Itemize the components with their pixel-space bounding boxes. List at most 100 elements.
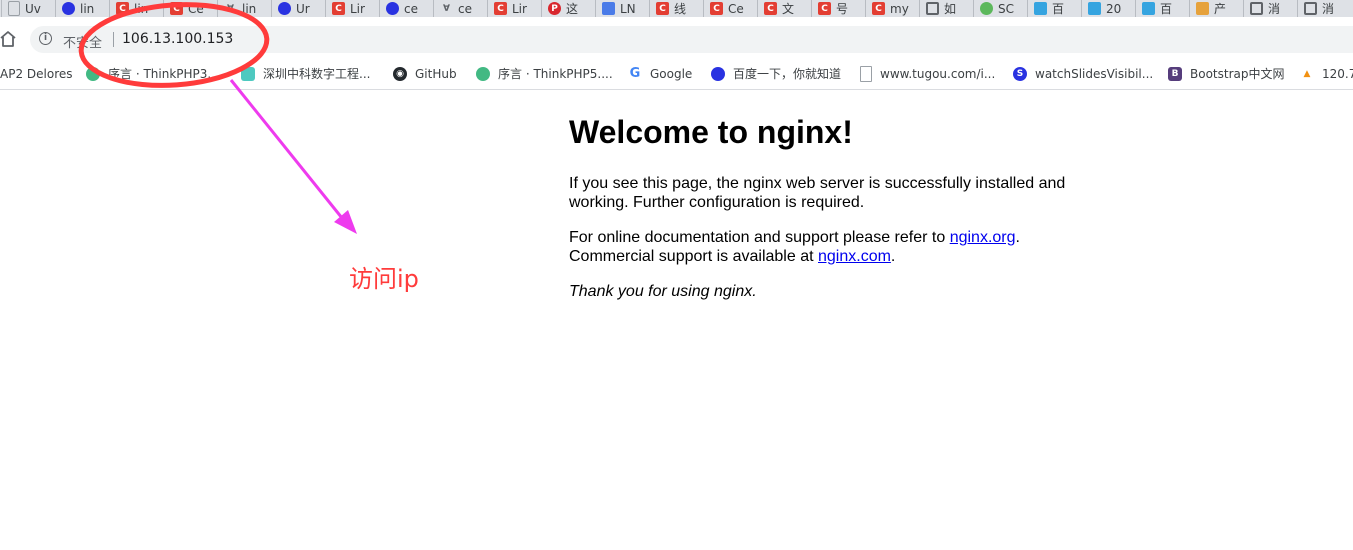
nginx-com-link[interactable]: nginx.com — [818, 248, 891, 265]
browser-tab[interactable]: Cmy — [865, 0, 918, 17]
docs-period: . — [1015, 229, 1020, 246]
browser-tab[interactable]: 百 — [1135, 0, 1188, 17]
browser-tab[interactable]: Ur — [271, 0, 324, 17]
browser-tab[interactable]: P这 — [541, 0, 594, 17]
csdn-icon: C — [494, 2, 507, 15]
bookmark-label: 序言 · ThinkPHP5.... — [498, 67, 613, 81]
bookmark-label: Bootstrap中文网 — [1190, 67, 1285, 81]
circle-icon — [980, 2, 993, 15]
hexagon-icon — [1088, 2, 1101, 15]
bookmark-item[interactable]: SwatchSlidesVisibil... — [1013, 65, 1153, 82]
github-icon: ◉ — [393, 66, 407, 81]
browser-tab[interactable]: 20 — [1081, 0, 1134, 17]
phpmyadmin-icon: ▲ — [1303, 68, 1311, 79]
document-icon — [8, 1, 20, 16]
php-icon: P — [548, 2, 561, 15]
tab-label: 百 — [1160, 2, 1173, 16]
bookmark-app-icon — [241, 66, 255, 81]
bookmark-label: 百度一下，你就知道 — [733, 67, 842, 81]
address-toolbar: i 不安全 106.13.100.153 — [0, 17, 1353, 58]
browser-tab[interactable]: C Lir — [487, 0, 540, 17]
bookmark-label: AP2 Delores — [0, 66, 73, 81]
csdn-icon: C — [656, 2, 669, 15]
tab-label: 文 — [782, 2, 795, 16]
info-icon[interactable]: i — [39, 32, 52, 45]
bookmark-item[interactable]: ▲ 120.7 — [1300, 65, 1353, 82]
tab-label: 消 — [1268, 2, 1281, 16]
tab-label: lin — [242, 1, 257, 16]
browser-tab[interactable]: C号 — [811, 0, 864, 17]
omnibox[interactable]: i 不安全 106.13.100.153 — [30, 26, 1353, 53]
browser-tab[interactable]: 消 — [1297, 0, 1350, 17]
leaf-icon — [86, 66, 100, 81]
browser-tab[interactable]: 百 — [1027, 0, 1080, 17]
bookmark-label: www.tugou.com/i... — [880, 66, 996, 81]
tab-strip: Uv lin Clin C Ce ∀ lin Ur C Lir ce ∀ ce C Lir P 这 LN C 线 C Ce… — [0, 0, 1353, 17]
leaf-icon — [476, 66, 490, 81]
bookmark-item[interactable]: 序言 · ThinkPHP5.... — [476, 65, 613, 82]
browser-tab[interactable]: ce — [379, 0, 432, 17]
browser-tab[interactable]: C Ce — [163, 0, 216, 17]
browser-tab[interactable]: C线 — [649, 0, 702, 17]
bookmark-item[interactable]: AP2 Delores — [0, 65, 73, 82]
tab-label: Ur — [296, 1, 310, 16]
bookmark-label: GitHub — [415, 66, 457, 81]
security-label[interactable]: 不安全 — [63, 32, 102, 51]
bookmark-item[interactable]: ◉ GitHub — [393, 65, 457, 82]
tab-label: LN — [620, 1, 636, 16]
browser-tab[interactable]: SC — [973, 0, 1026, 17]
angle-icon: ∀ — [443, 3, 450, 14]
tab-label: 号 — [836, 2, 849, 16]
csdn-icon: C — [170, 2, 183, 15]
browser-tab[interactable]: 产 — [1189, 0, 1242, 17]
browser-tab[interactable]: 如 — [919, 0, 972, 17]
tab-label: ce — [458, 1, 472, 16]
tab-label: 产 — [1214, 2, 1227, 16]
home-icon[interactable] — [0, 30, 17, 48]
browser-tab[interactable]: Uv — [1, 0, 54, 17]
tab-label: 如 — [944, 2, 957, 16]
csdn-icon: C — [116, 2, 129, 15]
bookmark-item[interactable]: 百度一下，你就知道 — [711, 65, 841, 82]
annotation-arrow-line — [229, 79, 344, 219]
bookmark-item[interactable]: G Google — [628, 65, 693, 82]
tab-label: Lir — [512, 1, 527, 16]
bookmark-item[interactable]: 深圳中科数字工程... — [241, 65, 370, 82]
browser-tab[interactable]: Clin — [109, 0, 162, 17]
bracket-icon — [1250, 2, 1263, 15]
csdn-icon: C — [332, 2, 345, 15]
bookmark-item[interactable]: 序言 · ThinkPHP3.... — [86, 65, 223, 82]
omnibox-divider — [113, 32, 114, 47]
intro-paragraph: If you see this page, the nginx web serv… — [569, 175, 1066, 211]
commercial-period: . — [890, 248, 896, 265]
annotation-arrow-head — [334, 210, 357, 234]
paw-icon — [278, 2, 291, 15]
docs-text: For online documentation and support ple… — [569, 229, 950, 246]
bracket-icon — [926, 2, 939, 15]
csdn-icon: C — [764, 2, 777, 15]
browser-tab[interactable]: C Ce — [703, 0, 756, 17]
browser-tab[interactable]: ∀ ce — [433, 0, 486, 17]
browser-tab[interactable]: C Lir — [325, 0, 378, 17]
browser-tab[interactable]: ∀ lin — [217, 0, 270, 17]
tab-label: ce — [404, 1, 418, 16]
paw-icon — [386, 2, 399, 15]
nginx-org-link[interactable]: nginx.org — [950, 229, 1016, 246]
tab-label: lin — [134, 1, 149, 16]
google-icon: G — [629, 66, 641, 81]
tab-label: SC — [998, 1, 1014, 16]
pen-icon — [602, 2, 615, 15]
browser-tab[interactable]: C文 — [757, 0, 810, 17]
bookmark-item[interactable]: www.tugou.com/i... — [860, 65, 995, 82]
browser-tab[interactable]: lin — [55, 0, 108, 17]
csdn-icon: C — [872, 2, 885, 15]
url-text[interactable]: 106.13.100.153 — [122, 31, 233, 47]
browser-tab[interactable]: LN — [595, 0, 648, 17]
browser-tab[interactable]: 消 — [1243, 0, 1296, 17]
bookmark-label: 序言 · ThinkPHP3.... — [108, 67, 223, 81]
docs-paragraph: For online documentation and support ple… — [569, 228, 1089, 266]
tab-label: 20 — [1106, 1, 1122, 16]
thanks-paragraph: Thank you for using nginx. — [569, 283, 757, 300]
bookmark-item[interactable]: B Bootstrap中文网 — [1168, 65, 1284, 82]
tab-label: lin — [80, 1, 95, 16]
